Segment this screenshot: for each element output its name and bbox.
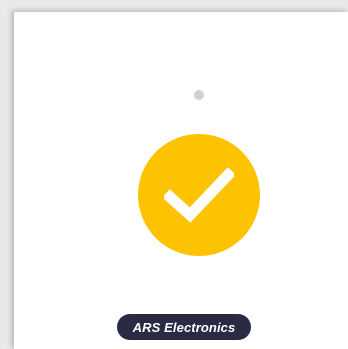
success-status-circle [138, 134, 260, 256]
brand-badge: ARS Electronics [117, 314, 251, 340]
camera-dot [194, 90, 204, 100]
checkmark-icon [164, 167, 234, 223]
brand-label: ARS Electronics [132, 319, 236, 335]
device-screen [14, 12, 348, 349]
